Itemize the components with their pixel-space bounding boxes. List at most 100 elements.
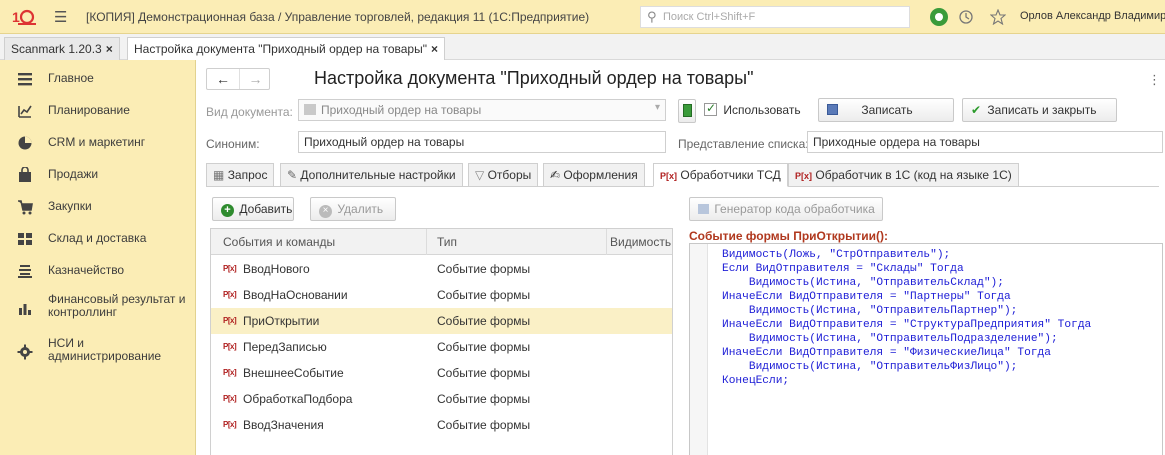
event-type: Событие формы — [437, 314, 531, 328]
sidebar-item-label: Склад и доставка — [48, 231, 147, 245]
chart-icon — [19, 304, 31, 315]
history-icon[interactable] — [958, 9, 974, 25]
app-title: [КОПИЯ] Демонстрационная база / Управлен… — [86, 10, 590, 24]
wrench-icon: ✎ — [287, 168, 298, 182]
code-line: Видимость(Истина, "ОтправительФизЛицо"); — [722, 361, 1018, 373]
event-type: Событие формы — [437, 340, 531, 354]
event-name: ВнешнееСобытие — [243, 366, 344, 380]
crm-icon — [18, 136, 32, 150]
table-row[interactable]: P[x] ОбработкаПодбора Событие формы — [211, 386, 672, 412]
sidebar-item-warehouse[interactable]: Склад и доставка — [0, 224, 196, 256]
table-row[interactable]: P[x] ПередЗаписью Событие формы — [211, 334, 672, 360]
doc-kind-value: Приходный ордер на товары — [321, 103, 482, 117]
sidebar-item-label: CRM и маркетинг — [48, 135, 146, 149]
save-icon — [827, 104, 838, 115]
code-generator-button[interactable]: Генератор кода обработчика — [689, 197, 883, 221]
sidebar-item-main[interactable]: Главное — [0, 64, 196, 96]
window-tab-doc-settings[interactable]: Настройка документа "Приходный ордер на … — [127, 37, 445, 61]
search-placeholder: Поиск Ctrl+Shift+F — [663, 11, 756, 23]
dropdown-arrow-icon: ▾ — [654, 102, 660, 113]
handler-icon: P[x] — [223, 394, 237, 403]
sidebar-item-label: Финансовый результат и контроллинг — [48, 292, 186, 319]
code-line: ИначеЕсли ВидОтправителя = "ФизическиеЛи… — [722, 347, 1051, 359]
sidebar-item-planning[interactable]: Планирование — [0, 96, 196, 128]
table-row[interactable]: P[x] ВводЗначения Событие формы — [211, 412, 672, 438]
favorites-star-icon[interactable] — [990, 9, 1006, 25]
window-tab-scanmark[interactable]: Scanmark 1.20.3 × — [4, 37, 120, 60]
tab-appearance[interactable]: ✍ Оформления — [543, 163, 645, 187]
tab-label: Отборы — [487, 168, 532, 182]
event-type: Событие формы — [437, 262, 531, 276]
code-line: Видимость(Истина, "ОтправительПартнер"); — [722, 305, 1018, 317]
sidebar-item-admin[interactable]: НСИ и администрирование — [0, 332, 196, 372]
doc-kind-field: Приходный ордер на товары ▾ — [298, 99, 666, 121]
tab-query[interactable]: ▦ Запрос — [206, 163, 275, 187]
event-type: Событие формы — [437, 288, 531, 302]
tab-filters[interactable]: ▽ Отборы — [468, 163, 539, 187]
save-button[interactable]: Записать — [818, 98, 954, 122]
current-user[interactable]: Орлов Александр Владимиров — [1020, 10, 1165, 22]
table-row[interactable]: P[x] ВводНового Событие формы — [211, 256, 672, 282]
sidebar-item-treasury[interactable]: Казначейство — [0, 256, 196, 288]
column-divider — [606, 229, 607, 255]
add-label: Добавить — [239, 202, 293, 216]
save-and-close-button[interactable]: ✔ Записать и закрыть — [962, 98, 1117, 122]
1c-logo-icon[interactable]: 1 — [12, 8, 36, 26]
close-icon[interactable]: × — [431, 42, 438, 56]
tab-additional-settings[interactable]: ✎ Дополнительные настройки — [280, 163, 463, 187]
add-button[interactable]: + Добавить — [212, 197, 294, 221]
main-content: ← → Настройка документа "Приходный ордер… — [196, 60, 1165, 455]
back-arrow-icon[interactable]: ← — [207, 69, 239, 89]
tab-1c-handler[interactable]: P[x] Обработчик в 1С (код на языке 1С) — [788, 163, 1019, 187]
synonym-field[interactable]: Приходный ордер на товары — [298, 131, 666, 153]
column-header[interactable]: События и команды — [223, 235, 335, 249]
delete-button[interactable]: × Удалить — [310, 197, 396, 221]
plus-icon: + — [221, 204, 234, 217]
handler-icon: P[x] — [223, 368, 237, 377]
sidebar-item-finance[interactable]: Финансовый результат и контроллинг — [0, 288, 196, 328]
table-row[interactable]: P[x] ВводНаОсновании Событие формы — [211, 282, 672, 308]
use-label: Использовать — [723, 103, 801, 117]
column-header[interactable]: Видимость — [610, 235, 671, 249]
use-checkbox[interactable]: ✓ Использовать — [704, 101, 801, 117]
column-header[interactable]: Тип — [437, 235, 457, 249]
sidebar-item-label: Казначейство — [48, 263, 125, 277]
sidebar-item-crm[interactable]: CRM и маркетинг — [0, 128, 196, 160]
main-menu-icon[interactable]: ☰ — [54, 8, 67, 26]
synonym-label: Синоним: — [206, 137, 260, 151]
sidebar-item-purchases[interactable]: Закупки — [0, 192, 196, 224]
sidebar-item-sales[interactable]: Продажи — [0, 160, 196, 192]
event-name: ВводНового — [243, 262, 310, 276]
handler-icon: P[x] — [660, 171, 678, 181]
window-tabs-bar: Scanmark 1.20.3 × Настройка документа "Пр… — [0, 34, 1165, 61]
table-row[interactable]: P[x] ВнешнееСобытие Событие формы — [211, 360, 672, 386]
cart-icon — [18, 200, 33, 215]
sidebar-item-label: НСИ и администрирование — [48, 336, 162, 363]
code-editor-title: Событие формы ПриОткрытии(): — [689, 229, 888, 243]
handler-icon: P[x] — [223, 264, 237, 273]
structure-button[interactable] — [678, 99, 696, 123]
code-line: Видимость(Истина, "ОтправительПодразделе… — [722, 333, 1058, 345]
checkbox-icon[interactable]: ✓ — [704, 101, 717, 116]
content-tabs: ▦ Запрос ✎ Дополнительные настройки ▽ От… — [206, 163, 1159, 187]
list-representation-field[interactable]: Приходные ордера на товары — [807, 131, 1163, 153]
check-icon: ✔ — [971, 103, 982, 117]
code-line: Видимость(Ложь, "СтрОтправитель"); — [722, 249, 951, 261]
code-gutter — [690, 244, 708, 455]
more-actions-icon[interactable]: ⋮ — [1148, 72, 1161, 88]
forward-arrow-icon[interactable]: → — [239, 69, 271, 89]
tab-label: Дополнительные настройки — [300, 168, 456, 182]
global-search-input[interactable]: ⚲ Поиск Ctrl+Shift+F — [640, 6, 910, 28]
handler-icon: P[x] — [223, 342, 237, 351]
generator-icon — [698, 204, 709, 214]
tab-tsd-handlers[interactable]: P[x] Обработчики ТСД — [653, 163, 788, 187]
menu-icon — [18, 73, 32, 86]
code-editor[interactable]: Видимость(Ложь, "СтрОтправитель"); Если … — [689, 243, 1163, 455]
filter-icon: ▽ — [475, 168, 485, 182]
notifications-icon[interactable] — [928, 6, 950, 28]
list-representation-label: Представление списка: — [678, 137, 809, 151]
document-green-icon — [683, 104, 692, 117]
close-icon[interactable]: × — [106, 42, 113, 56]
table-row-selected[interactable]: P[x] ПриОткрытии Событие формы — [211, 308, 672, 334]
generator-label: Генератор кода обработчика — [714, 202, 875, 216]
